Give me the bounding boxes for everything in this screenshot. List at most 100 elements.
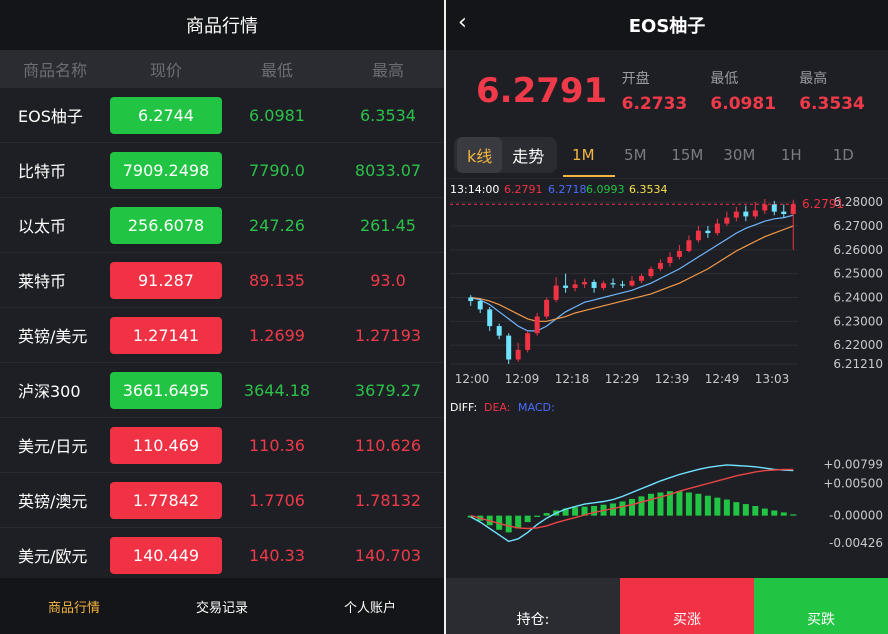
candle-body [676, 250, 682, 257]
macd-bar [771, 510, 778, 516]
macd-bar [790, 514, 797, 516]
column-price: 现价 [149, 61, 182, 80]
price-badge: 91.287 [110, 261, 222, 299]
macd-bar [647, 493, 654, 516]
tab-account[interactable]: 个人账户 [296, 597, 444, 616]
macd-bar [752, 506, 759, 516]
low-value: 1.7706 [249, 490, 305, 510]
candle-body [781, 211, 787, 215]
timeframe-30m[interactable]: 30M [713, 146, 765, 164]
macd-tick-label: -0.00000 [829, 509, 883, 523]
high-value: 261.45 [360, 215, 416, 235]
macd-bar [505, 515, 512, 533]
market-row[interactable]: 英镑/美元 1.27141 1.2699 1.27193 [0, 308, 444, 363]
instrument-name: 莱特币 [18, 272, 67, 291]
market-row[interactable]: 美元/欧元 140.449 140.33 140.703 [0, 528, 444, 583]
price-tick-label: 6.21210 [833, 357, 883, 371]
market-row[interactable]: 美元/日元 110.469 110.36 110.626 [0, 418, 444, 473]
instrument-name: 英镑/美元 [18, 327, 88, 346]
active-timeframe-indicator [563, 175, 615, 177]
high-value: 8033.07 [354, 160, 422, 180]
price-cell: 91.287 [110, 261, 222, 299]
time-tick-label: 12:49 [705, 372, 740, 386]
macd-bar [638, 496, 645, 516]
candle-body [657, 262, 663, 269]
market-row[interactable]: 以太币 256.6078 247.26 261.45 [0, 198, 444, 253]
candle-body [629, 280, 635, 286]
macd-bar [714, 497, 721, 516]
price-tick-label: 6.27000 [833, 219, 883, 233]
macd-bar [723, 499, 730, 516]
macd-bar [676, 491, 683, 516]
market-row[interactable]: 英镑/澳元 1.77842 1.7706 1.78132 [0, 473, 444, 528]
high-value: 140.703 [354, 545, 422, 565]
macd-bar [572, 507, 579, 516]
time-tick-label: 13:03 [755, 372, 790, 386]
stat-high: 最高 6.3534 [799, 68, 888, 114]
candle-body [582, 281, 588, 285]
macd-tick-label: +0.00500 [823, 477, 883, 491]
price-cell: 1.77842 [110, 481, 222, 519]
chart-header-v3: 6.0993 [586, 183, 625, 196]
buy-up-button[interactable]: 买涨 [620, 578, 754, 634]
stat-value: 6.0981 [710, 94, 777, 114]
timeframe-1m[interactable]: 1M [557, 146, 609, 164]
bottom-nav: 商品行情 交易记录 个人账户 [0, 578, 444, 634]
tab-trades[interactable]: 交易记录 [148, 597, 296, 616]
column-low: 最低 [260, 61, 293, 80]
price-badge: 3661.6495 [110, 371, 222, 409]
candle-body [724, 217, 730, 224]
tab-market[interactable]: 商品行情 [0, 597, 148, 616]
market-list: EOS柚子 6.2744 6.0981 6.3534 比特币 7909.2498 7790.… [0, 88, 444, 583]
macd-tick-label: -0.00426 [829, 536, 883, 550]
timeframe-1h[interactable]: 1H [765, 146, 817, 164]
price-badge: 110.469 [110, 426, 222, 464]
price-badge: 1.77842 [110, 481, 222, 519]
macd-bar [733, 502, 740, 516]
tab-kline[interactable]: k线 [457, 137, 503, 173]
market-row[interactable]: 泸深300 3661.6495 3644.18 3679.27 [0, 363, 444, 418]
instrument-name: 泸深300 [18, 382, 81, 401]
macd-bar [629, 498, 635, 516]
timeframe-5m[interactable]: 5M [609, 146, 661, 164]
buy-down-button[interactable]: 买跌 [754, 578, 888, 634]
candle-body [695, 230, 701, 241]
macd-bar [591, 506, 598, 516]
tab-trend[interactable]: 走势 [502, 137, 554, 173]
moving-average-line-0 [470, 214, 794, 332]
price-badge: 256.6078 [110, 206, 222, 244]
position-label: 持仓: [446, 578, 620, 634]
price-cell: 1.27141 [110, 316, 222, 354]
candle-body [477, 301, 483, 310]
stat-low: 最低 6.0981 [710, 68, 799, 114]
time-tick-label: 12:09 [505, 372, 540, 386]
market-row[interactable]: 比特币 7909.2498 7790.0 8033.07 [0, 143, 444, 198]
instrument-name: EOS柚子 [18, 107, 83, 126]
chart-header-v4: 6.3534 [629, 183, 668, 196]
macd-bar [524, 515, 531, 523]
candle-body [572, 284, 578, 288]
macd-bar [515, 515, 522, 529]
market-row[interactable]: EOS柚子 6.2744 6.0981 6.3534 [0, 88, 444, 143]
price-cell: 110.469 [110, 426, 222, 464]
trade-bar: 持仓: 买涨 买跌 [446, 578, 888, 634]
market-row[interactable]: 莱特币 91.287 89.135 93.0 [0, 253, 444, 308]
stat-label: 最高 [799, 71, 828, 87]
timeframe-1d[interactable]: 1D [817, 146, 869, 164]
time-tick-label: 12:18 [555, 372, 590, 386]
price-badge: 1.27141 [110, 316, 222, 354]
page-title: 商品行情 [186, 16, 258, 37]
candle-body [553, 285, 559, 300]
macd-legend-diff: DIFF: [450, 401, 477, 414]
low-value: 89.135 [249, 270, 305, 290]
back-icon[interactable]: ‹ [458, 10, 467, 35]
high-value: 93.0 [370, 270, 406, 290]
timeframe-15m[interactable]: 15M [661, 146, 713, 164]
instrument-name: 比特币 [18, 162, 67, 181]
price-badge: 7909.2498 [110, 151, 222, 189]
candle-body [515, 349, 521, 360]
candle-body [506, 335, 512, 360]
stat-value: 6.3534 [799, 94, 865, 114]
kline-macd-chart[interactable]: 13:14:00 6.2791 6.2718 6.0993 6.3534 DIF… [446, 179, 888, 579]
stat-label: 开盘 [621, 71, 650, 87]
